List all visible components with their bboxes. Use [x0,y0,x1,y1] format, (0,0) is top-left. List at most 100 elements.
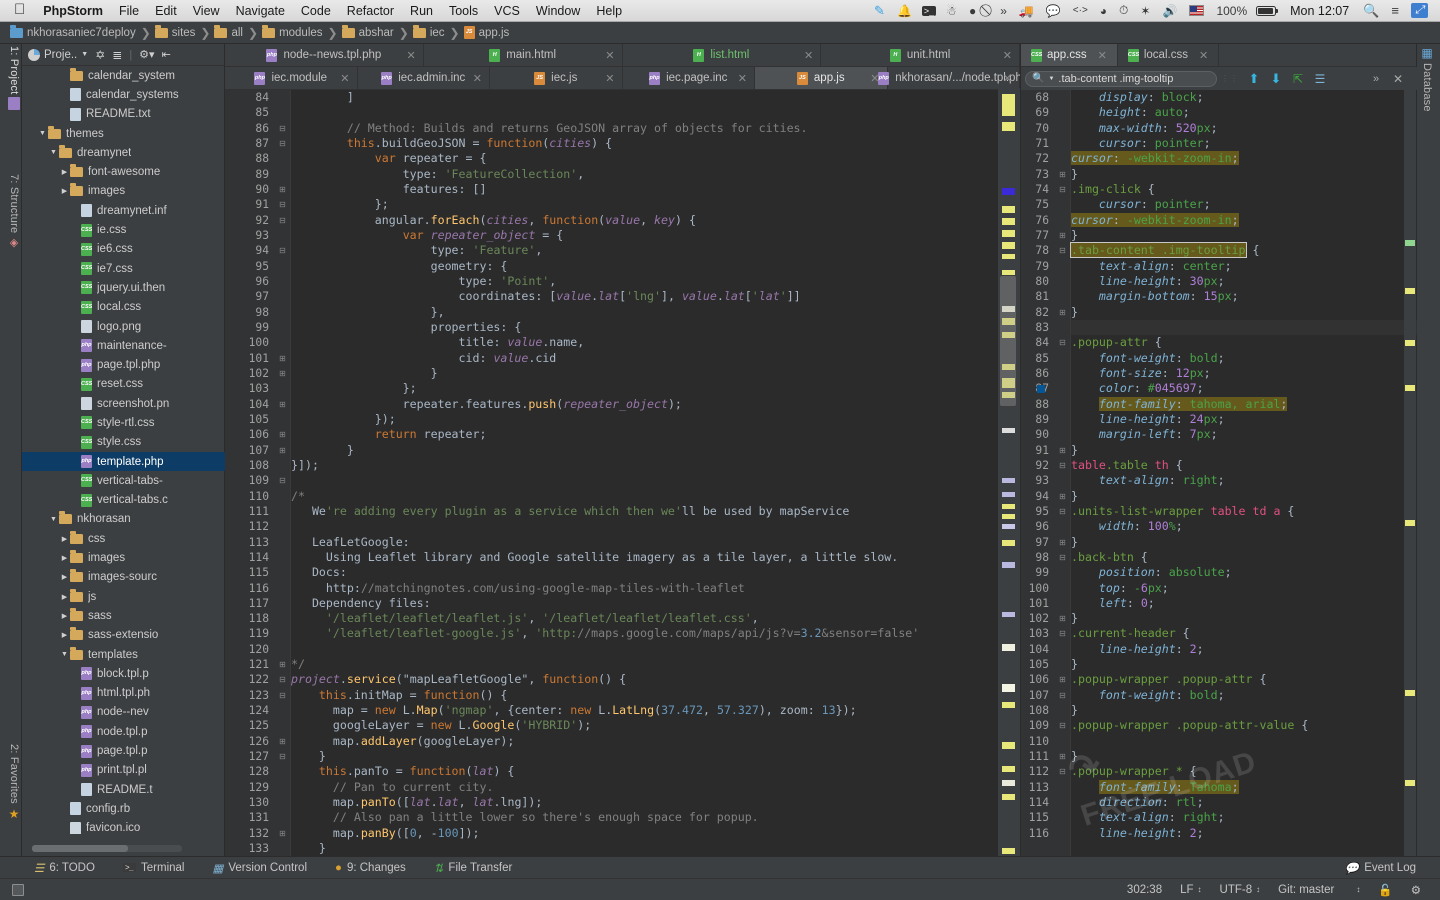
fold-marker[interactable]: ⊞ [1055,749,1070,764]
expander-icon[interactable]: ▶ [59,168,70,176]
fold-marker[interactable] [275,550,290,565]
chevron-down-icon[interactable]: ▼ [1048,76,1054,82]
fold-marker[interactable]: ⊞ [1055,611,1070,626]
close-icon[interactable]: ✕ [605,72,614,85]
fold-marker[interactable] [1055,121,1070,136]
fold-marker[interactable] [275,581,290,596]
fold-marker[interactable] [1055,105,1070,120]
expander-icon[interactable]: ▼ [37,130,48,137]
tab-iec-page-inc[interactable]: phpiec.page.inc✕ [623,67,756,89]
collapse-all-icon[interactable]: ≣ [112,48,122,62]
error-stripe-marker[interactable] [1002,562,1015,568]
tab-app-js[interactable]: JSapp.js✕ [755,67,888,89]
drag-handle-icon[interactable]: ⋮⋮ [1217,74,1243,83]
tab-node-news-tpl-php[interactable]: phpnode--news.tpl.php✕ [225,44,424,66]
fold-marker[interactable]: ⊟ [1055,764,1070,779]
bottom-item-todo[interactable]: ☰6: TODO [0,861,109,875]
fold-marker[interactable]: ⊞ [1055,672,1070,687]
breadcrumb-item-file[interactable]: JSapp.js [462,26,513,39]
fold-marker[interactable]: ⊞ [275,443,290,458]
menu-edit[interactable]: Edit [147,4,185,18]
sidebar-item-database[interactable]: ▦ Database [1421,46,1433,112]
tab-iec-js[interactable]: JSiec.js✕ [490,67,623,89]
tree-item[interactable]: CSSstyle.css [22,433,225,452]
error-stripe-marker[interactable] [1002,514,1015,519]
bottom-item-version-control[interactable]: ▦Version Control [199,861,322,875]
error-stripe-marker[interactable] [1002,492,1015,497]
code-brackets-icon[interactable]: <·> [1067,5,1094,16]
fold-marker[interactable] [1055,519,1070,534]
fold-marker[interactable]: ⊞ [275,734,290,749]
fold-marker[interactable] [275,489,290,504]
menu-window[interactable]: Window [528,4,588,18]
tree-item[interactable]: phpnode.tpl.p [22,722,225,741]
css-error-stripe[interactable] [1404,90,1416,856]
breadcrumb-item-project[interactable]: nkhorasaniec7deploy [8,27,139,39]
fold-marker[interactable] [275,810,290,825]
fold-marker[interactable]: ⊟ [275,749,290,764]
fold-marker[interactable] [1055,397,1070,412]
close-icon[interactable]: ✕ [1199,49,1208,62]
fold-marker[interactable]: ⊞ [275,657,290,672]
fold-marker[interactable] [275,305,290,320]
expander-icon[interactable]: ▶ [59,612,70,620]
editor-fold-column[interactable]: ⊟⊟⊞⊟⊟⊟⊞⊞⊞⊞⊞⊟⊞⊟⊟⊞⊟⊞ [275,90,291,856]
project-view-selector[interactable]: Proje.. ▼ [28,49,88,61]
fold-marker[interactable]: ⊞ [1055,167,1070,182]
fold-marker[interactable]: ⊞ [1055,535,1070,550]
fold-marker[interactable]: ⊞ [1055,443,1070,458]
bell-icon[interactable]: 🔔 [891,4,918,18]
close-icon[interactable]: ✕ [605,49,614,62]
globe-icon[interactable]: ● [963,4,982,18]
fold-marker[interactable] [275,167,290,182]
error-stripe-marker[interactable] [1002,644,1015,651]
fold-marker[interactable] [275,764,290,779]
css-fold-column[interactable]: ⊞⊟⊞⊟⊞⊟⊞⊟⊞⊟⊞⊟⊞⊟⊞⊟⊟⊞⊟ [1055,90,1071,856]
battery-icon[interactable] [1250,6,1282,16]
fold-marker[interactable] [1055,473,1070,488]
fold-marker[interactable]: ⊞ [275,397,290,412]
error-stripe-marker[interactable] [1002,848,1015,854]
tree-item[interactable]: ▼templates [22,645,225,664]
fold-marker[interactable]: ⊞ [1055,305,1070,320]
fold-marker[interactable] [1055,412,1070,427]
menu-app-name[interactable]: PhpStorm [35,4,111,18]
tree-item[interactable]: ▼themes [22,124,225,143]
fold-marker[interactable] [1055,810,1070,825]
error-stripe-marker[interactable] [1405,520,1415,526]
error-stripe-marker[interactable] [1002,780,1015,786]
fold-marker[interactable] [275,458,290,473]
expander-icon[interactable]: ▼ [48,149,59,156]
error-stripe-marker[interactable] [1002,188,1015,195]
tab-app-css[interactable]: CSSapp.css✕ [1021,44,1118,66]
volume-icon[interactable]: 🔊 [1156,4,1183,18]
fold-marker[interactable] [1055,581,1070,596]
error-stripe-marker[interactable] [1002,794,1015,800]
inspection-icon[interactable]: ⚙ [1402,883,1430,897]
fold-marker[interactable] [1055,213,1070,228]
breadcrumb-item-iec[interactable]: iec [411,27,448,39]
fold-marker[interactable] [1055,565,1070,580]
tree-item[interactable]: CSSie6.css [22,240,225,259]
menu-refactor[interactable]: Refactor [339,4,402,18]
tree-item[interactable]: phpprint.tpl.pl [22,761,225,780]
tree-item[interactable]: CSSie.css [22,220,225,239]
menu-tools[interactable]: Tools [441,4,486,18]
tree-item[interactable]: phpblock.tpl.p [22,664,225,683]
fold-marker[interactable] [1055,734,1070,749]
breadcrumb-item-abshar[interactable]: abshar [340,27,397,39]
find-input[interactable]: 🔍 ▼ .tab-content .img-tooltip [1025,71,1217,87]
tree-item[interactable]: phppage.tpl.php [22,355,225,374]
speech-bubble-icon[interactable]: 💬 [1040,4,1067,18]
menu-help[interactable]: Help [588,4,630,18]
tree-item[interactable]: ▼nkhorasan [22,510,225,529]
menu-vcs[interactable]: VCS [486,4,528,18]
mac-clock[interactable]: Mon 12:07 [1282,4,1357,18]
tree-item[interactable]: ▶css [22,529,225,548]
error-stripe-marker[interactable] [1002,428,1015,433]
editor-source-code[interactable]: ] // Method: Builds and returns GeoJSON … [291,90,919,856]
apple-icon[interactable]:  [8,2,35,19]
spotlight-search-icon[interactable]: 🔍 [1357,3,1385,19]
expander-icon[interactable]: ▶ [59,593,70,601]
line-separator-selector[interactable]: LF↕ [1171,884,1210,896]
